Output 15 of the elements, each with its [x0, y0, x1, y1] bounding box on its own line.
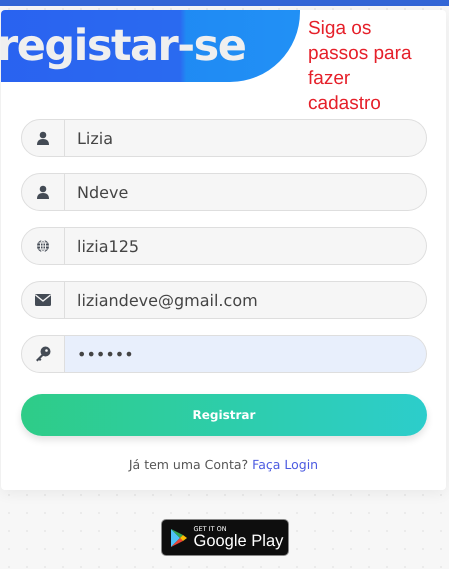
- person-icon: [36, 185, 50, 199]
- login-link[interactable]: Faça Login: [252, 457, 318, 472]
- input-field[interactable]: lizia125: [65, 227, 427, 265]
- globe-icon: [36, 239, 50, 253]
- badge-title: Google Play: [194, 532, 284, 549]
- login-prompt: Já tem uma Conta?: [128, 457, 248, 472]
- person-icon: [36, 131, 50, 145]
- play-icon: [170, 528, 188, 548]
- input-field[interactable]: Ndeve: [65, 173, 427, 211]
- input-field[interactable]: ••••••: [65, 335, 427, 373]
- mail-icon: [35, 294, 51, 306]
- input-field[interactable]: liziandeve@gmail.com: [65, 281, 427, 319]
- input-field[interactable]: Lizia: [65, 119, 427, 157]
- key-icon: [35, 346, 51, 362]
- subtitle: Siga os passos para fazer cadastro: [308, 17, 413, 116]
